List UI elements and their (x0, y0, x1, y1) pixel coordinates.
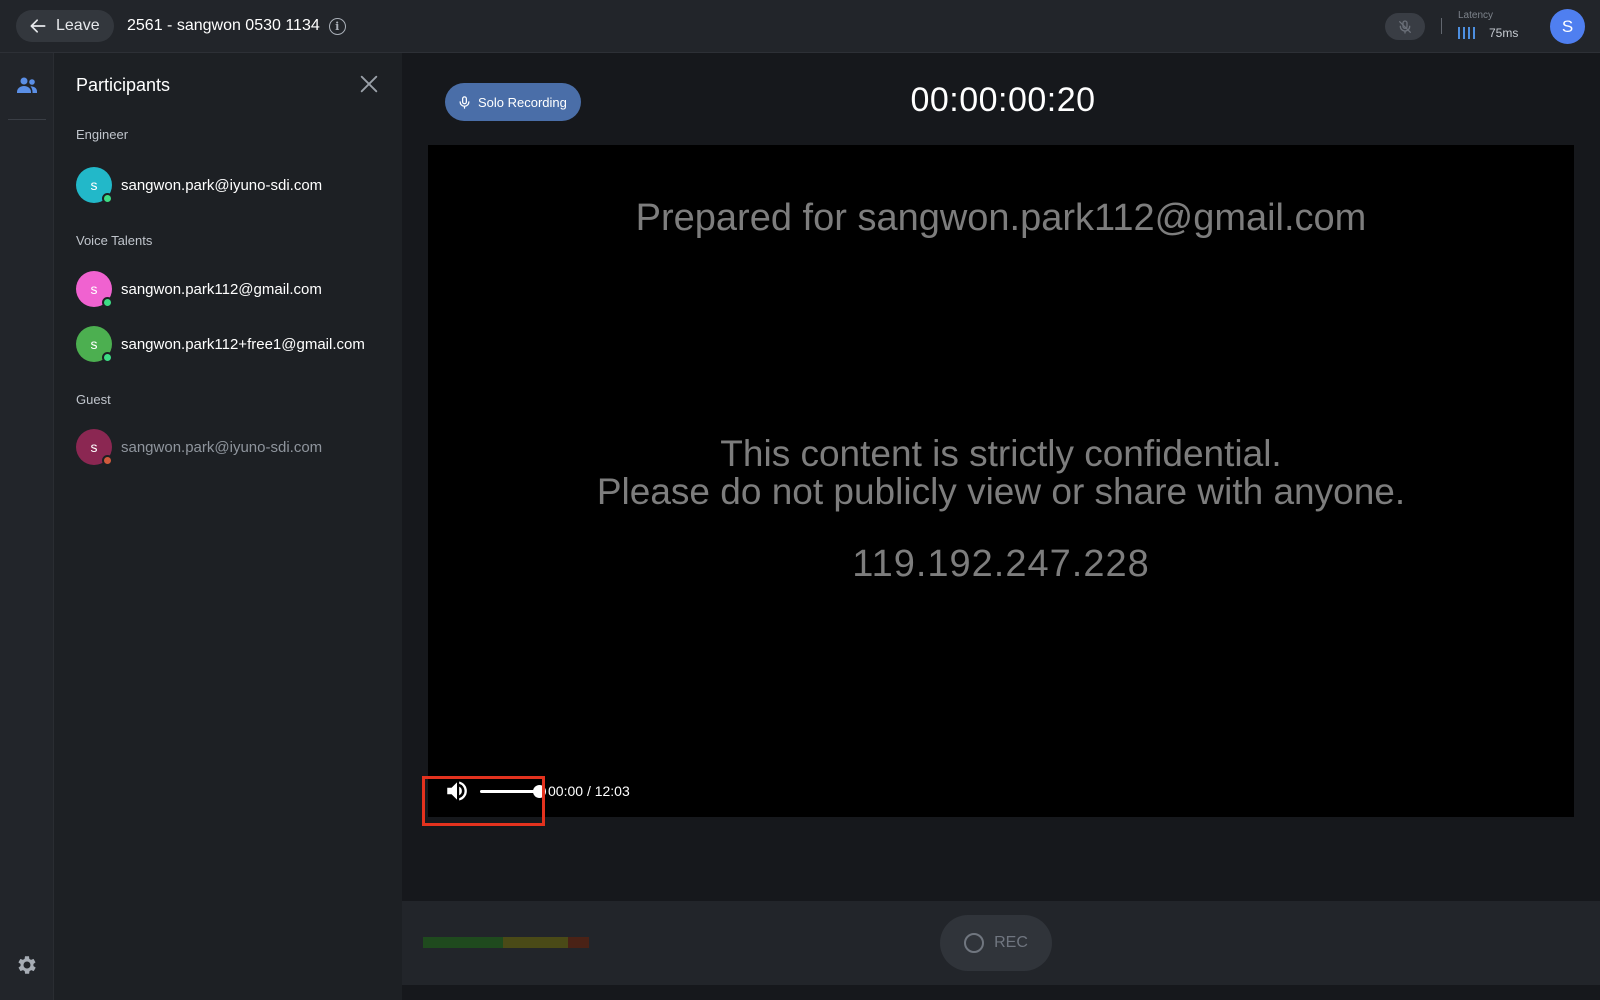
signal-bars-icon (1458, 27, 1475, 39)
group-label-guest: Guest (76, 392, 111, 407)
participant-name: sangwon.park112@gmail.com (121, 280, 322, 298)
participant-avatar: s (76, 429, 113, 466)
info-icon[interactable]: i (328, 17, 346, 35)
main-stage: Solo Recording 00:00:00:20 Prepared for … (402, 53, 1600, 1000)
group-label-voice-talents: Voice Talents (76, 233, 153, 248)
status-offline-dot (102, 455, 113, 466)
rail-divider (8, 119, 46, 120)
playback-time: 00:00 / 12:03 (548, 783, 630, 799)
participant-item[interactable]: s sangwon.park112@gmail.com (76, 271, 322, 308)
participant-avatar: s (76, 326, 113, 363)
watermark-ip-address: 119.192.247.228 (852, 543, 1150, 585)
latency-indicator: Latency 75ms (1458, 10, 1518, 40)
participant-item[interactable]: s sangwon.park112+free1@gmail.com (76, 326, 365, 363)
close-icon[interactable] (358, 73, 380, 95)
leave-button[interactable]: Leave (16, 10, 114, 42)
audio-level-meter (423, 937, 589, 948)
topbar-divider (1441, 18, 1442, 34)
mic-muted-toggle[interactable] (1385, 13, 1425, 40)
watermark-confidential: This content is strictly confidential. P… (596, 433, 1406, 512)
mic-off-icon (1399, 19, 1411, 34)
status-online-dot (102, 352, 113, 363)
top-bar: Leave 2561 - sangwon 0530 1134 i Latency… (0, 0, 1600, 53)
left-rail (0, 53, 54, 1000)
participant-item[interactable]: s sangwon.park@iyuno-sdi.com (76, 429, 323, 466)
panel-title: Participants (76, 75, 171, 95)
participant-avatar: s (76, 271, 113, 308)
status-online-dot (102, 297, 113, 308)
bottom-bar: REC (402, 901, 1600, 985)
session-title-text: 2561 - sangwon 0530 1134 (127, 17, 320, 34)
volume-highlight-box (422, 776, 545, 826)
rec-button[interactable]: REC (940, 915, 1052, 971)
participants-icon[interactable] (15, 73, 39, 97)
participant-name: sangwon.park112+free1@gmail.com (121, 335, 365, 353)
latency-label: Latency (1458, 10, 1494, 21)
leave-label: Leave (56, 17, 100, 34)
participant-name: sangwon.park@iyuno-sdi.com (121, 438, 323, 456)
watermark-prepared-for: Prepared for sangwon.park112@gmail.com (635, 197, 1367, 239)
group-label-engineer: Engineer (76, 127, 129, 142)
session-title: 2561 - sangwon 0530 1134 i (127, 17, 346, 35)
timecode: 00:00:00:20 (910, 81, 1096, 119)
arrow-left-icon (30, 19, 46, 33)
video-player[interactable]: Prepared for sangwon.park112@gmail.com T… (428, 145, 1574, 817)
record-circle-icon (964, 933, 985, 953)
status-online-dot (102, 193, 113, 204)
participant-avatar: s (76, 167, 113, 204)
latency-value: 75ms (1489, 26, 1519, 40)
settings-gear-icon[interactable] (15, 953, 39, 977)
participant-item[interactable]: s sangwon.park@iyuno-sdi.com (76, 167, 323, 204)
rec-label: REC (994, 934, 1028, 951)
user-avatar[interactable]: S (1550, 9, 1585, 44)
participants-panel: Participants Engineer s sangwon.park@iyu… (54, 53, 402, 1000)
participant-name: sangwon.park@iyuno-sdi.com (121, 176, 323, 194)
